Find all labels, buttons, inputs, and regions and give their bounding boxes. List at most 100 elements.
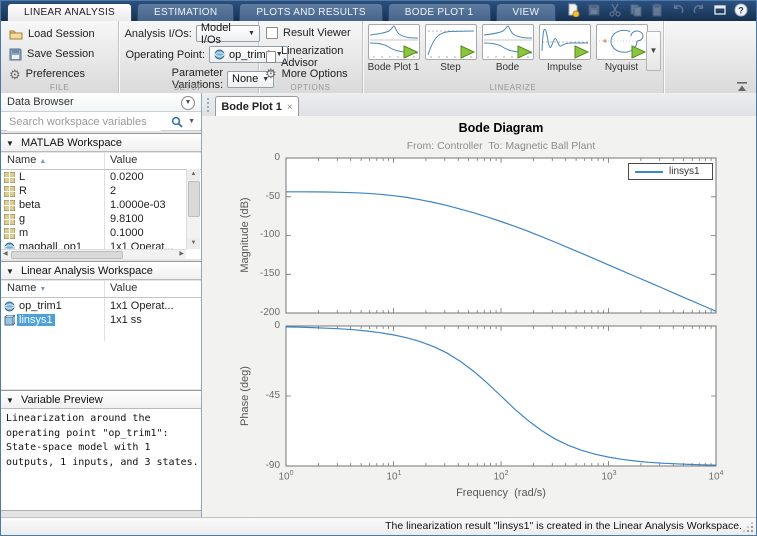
gallery-item-bode[interactable]: Bode [481,24,534,73]
scrollbar-thumb[interactable] [11,251,123,259]
search-options-icon[interactable]: ▼ [188,118,195,125]
section-label-options: OPTIONS [290,83,331,92]
column-header-value[interactable]: Value [110,282,137,294]
matrix-icon [3,227,16,240]
table-row-selected[interactable]: linsys1 1x1 ss [1,314,201,328]
state-space-icon [4,314,17,327]
linearization-advisor-option[interactable]: Linearization Advisor [266,45,362,69]
section-label-file: FILE [49,83,70,92]
analysis-ios-dropdown[interactable]: Model I/Os ▼ [195,22,260,46]
column-header-value[interactable]: Value [110,154,137,166]
workspace-search: ▼ [1,112,201,131]
layout-icon[interactable] [713,3,727,17]
result-viewer-checkbox[interactable] [266,27,278,39]
collapse-icon: ▼ [6,139,14,148]
mag-ytick: -200 [259,307,280,318]
folder-icon [9,30,23,40]
load-session-button[interactable]: Load Session [9,26,95,42]
frequency-axis-label: Frequency (rad/s) [456,487,546,499]
redo-icon[interactable] [692,3,706,17]
more-options-button[interactable]: ⚙ More Options [265,67,348,80]
gallery-item-nyquist[interactable]: Nyquist [595,24,648,73]
document-tab-bode-plot-1[interactable]: Bode Plot 1 × [215,96,299,116]
tab-plots-and-results[interactable]: PLOTS AND RESULTS [239,3,383,21]
document-tab-strip: Bode Plot 1 × [202,93,756,117]
table-row[interactable]: g 9.8100 [1,213,201,227]
gallery-dropdown-button[interactable]: ▼ [646,31,661,71]
scrollbar-thumb[interactable] [188,181,200,217]
sort-desc-icon: ▼ [39,286,47,293]
toolstrip-ribbon: Load Session Save Session ⚙ Preferences … [1,21,756,94]
mag-ytick: -150 [259,268,280,279]
scroll-up-icon[interactable]: ▲ [187,169,200,180]
table-row[interactable]: L 0.0200 [1,171,201,185]
impulse-thumbnail-icon [541,28,589,59]
linear-analysis-workspace-header[interactable]: ▼ Linear Analysis Workspace [1,261,201,280]
mag-ytick: 0 [274,152,280,163]
save-session-button[interactable]: Save Session [9,46,94,62]
column-header-name[interactable]: Name ▼ [7,282,46,294]
scroll-down-icon[interactable]: ▼ [187,238,200,249]
save-icon [9,48,22,60]
preferences-button[interactable]: ⚙ Preferences [9,66,85,82]
gallery-item-bode-plot-1[interactable]: Bode Plot 1 [367,24,420,73]
help-icon[interactable]: ? [734,3,748,17]
panel-menu-icon[interactable]: ▼ [181,96,195,110]
gallery-item-step[interactable]: Step [424,24,477,73]
section-setup: Analysis I/Os: Model I/Os ▼ Operating Poi… [119,21,288,93]
scroll-left-icon[interactable]: ◀ [3,250,8,259]
legend[interactable]: linsys1 [628,163,713,180]
quick-access-toolbar: ? [566,3,748,18]
toolstrip-tab-bar: LINEAR ANALYSIS ESTIMATION PLOTS AND RES… [1,1,756,22]
variable-preview-text: Linearization around the operating point… [1,409,201,511]
section-linearize: Bode Plot 1 Step Bode Impulse Nyquist ▼ … [363,21,664,93]
run-arrow-icon [460,45,475,59]
tab-bode-plot-1[interactable]: BODE PLOT 1 [387,3,491,21]
tab-view[interactable]: VIEW [495,3,557,21]
paste-icon[interactable] [650,3,664,17]
table-row[interactable]: op_trim1 1x1 Operat... [1,300,201,314]
tab-linear-analysis[interactable]: LINEAR ANALYSIS [7,3,133,22]
column-header-name[interactable]: Name ▲ [7,154,46,166]
horizontal-scrollbar[interactable]: ◀ ▶ [1,249,186,259]
search-icon[interactable] [171,115,183,133]
gallery-item-impulse[interactable]: Impulse [538,24,591,73]
vertical-scrollbar[interactable]: ▲ ▼ [186,169,200,249]
section-file: Load Session Save Session ⚙ Preferences … [1,21,119,93]
linear-analysis-workspace-table: Name ▼ Value op_trim1 1x1 Operat... lins… [1,281,201,389]
legend-entry: linsys1 [669,166,700,177]
matlab-workspace-header[interactable]: ▼ MATLAB Workspace [1,133,201,152]
linearization-advisor-checkbox[interactable] [266,51,276,63]
result-viewer-option[interactable]: Result Viewer [266,27,351,39]
magnitude-axes [285,157,717,314]
chevron-down-icon: ▼ [247,30,255,37]
matrix-icon [3,185,16,198]
legend-line-sample [635,171,663,173]
copy-icon[interactable] [629,3,643,17]
xtick: 102 [493,470,509,483]
run-arrow-icon [574,45,589,59]
operating-point-icon [4,301,16,313]
drag-handle[interactable] [206,97,210,112]
xtick: 103 [601,470,617,483]
search-input[interactable] [7,113,161,131]
undo-icon[interactable] [671,3,685,17]
scroll-right-icon[interactable]: ▶ [179,250,184,259]
resize-grip[interactable] [751,530,753,532]
table-row[interactable]: beta 1.0000e-03 [1,199,201,213]
cut-icon[interactable] [608,3,622,17]
svg-text:?: ? [738,6,744,16]
save-icon[interactable] [587,3,601,17]
variable-preview-header[interactable]: ▼ Variable Preview [1,390,201,409]
table-row[interactable]: m 0.1000 [1,227,201,241]
minimize-toolstrip-icon[interactable] [737,78,747,91]
phase-axis-label: Phase (deg) [239,366,251,426]
gear-icon: ⚙ [265,66,277,81]
tab-estimation[interactable]: ESTIMATION [137,3,235,21]
matlab-workspace-table: Name ▲ Value L 0.0200 R 2 beta 1.0000e-0… [1,153,201,259]
close-icon[interactable]: × [287,102,293,113]
mag-ytick: -50 [265,191,280,202]
collapse-icon: ▼ [6,396,14,405]
new-script-icon[interactable] [566,3,580,18]
table-row[interactable]: R 2 [1,185,201,199]
